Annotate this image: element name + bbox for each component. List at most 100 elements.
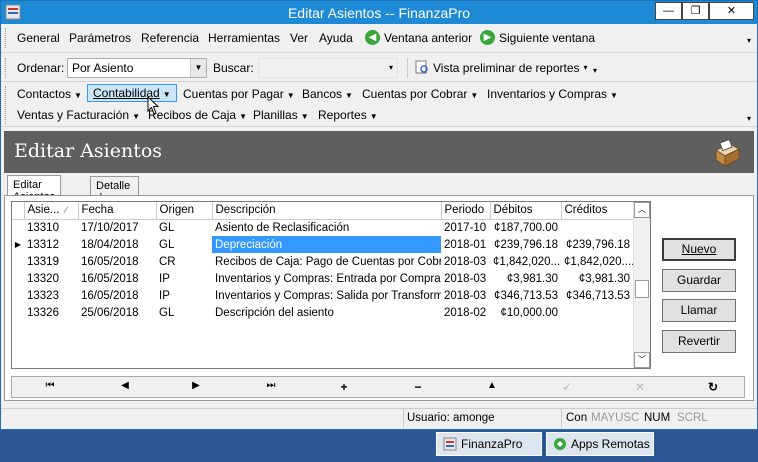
cell-descripcion[interactable]: Depreciación xyxy=(212,236,441,253)
cell-origen[interactable]: IP xyxy=(156,287,212,304)
cell-fecha[interactable]: 16/05/2018 xyxy=(78,270,156,287)
nuevo-button[interactable]: Nuevo xyxy=(662,238,736,261)
cell-periodo[interactable]: 2018-01 xyxy=(441,236,490,253)
menu-parametros[interactable]: Parámetros xyxy=(69,31,131,45)
cell-asiento[interactable]: 13326 xyxy=(24,304,78,321)
menu-general[interactable]: General xyxy=(17,31,60,45)
llamar-button[interactable]: Llamar xyxy=(662,299,736,322)
table-row[interactable]: 13323 16/05/2018 IP Inventarios y Compras: … xyxy=(12,287,633,304)
column-header-fecha[interactable]: Fecha xyxy=(78,202,157,220)
cell-periodo[interactable]: 2017-10 xyxy=(441,219,490,236)
scroll-down-icon[interactable]: ﹀ xyxy=(634,352,650,368)
module-ventas[interactable]: Ventas y Facturación ▼ xyxy=(17,108,140,122)
cell-debitos[interactable]: ¢239,796.18 xyxy=(490,236,561,253)
module-bancos[interactable]: Bancos ▼ xyxy=(302,87,353,101)
module-cuentas-por-pagar[interactable]: Cuentas por Pagar ▼ xyxy=(183,87,295,101)
post-record-icon[interactable]: ✓ xyxy=(557,380,577,394)
tab-detalle-de-asiento[interactable]: Detalle de Asiento xyxy=(90,176,139,216)
module-inventarios[interactable]: Inventarios y Compras ▼ xyxy=(487,87,618,101)
toolbar-overflow-icon[interactable]: ▾ xyxy=(747,114,751,123)
toolbar-grip[interactable] xyxy=(5,28,8,48)
table-row[interactable]: 13320 16/05/2018 IP Inventarios y Compras: … xyxy=(12,270,633,287)
cell-origen[interactable]: GL xyxy=(156,304,212,321)
cell-fecha[interactable]: 25/06/2018 xyxy=(78,304,156,321)
tab-editar-asientos[interactable]: Editar Asientos xyxy=(7,175,62,203)
menu-referencia[interactable]: Referencia xyxy=(141,31,199,45)
cell-fecha[interactable]: 17/10/2017 xyxy=(78,219,156,236)
column-header-origen[interactable]: Origen xyxy=(156,202,213,220)
cell-fecha[interactable]: 16/05/2018 xyxy=(78,253,156,270)
cell-fecha[interactable]: 16/05/2018 xyxy=(78,287,156,304)
column-header-asiento[interactable]: Asie... ⁄ xyxy=(24,202,79,220)
prev-window-button[interactable]: ◀ Ventana anterior xyxy=(365,30,472,45)
taskbar-app-finanzapro[interactable]: FinanzaPro xyxy=(436,432,542,456)
cell-creditos[interactable] xyxy=(561,219,633,236)
cell-fecha[interactable]: 18/04/2018 xyxy=(78,236,156,253)
cell-creditos[interactable] xyxy=(561,304,633,321)
entries-grid[interactable]: Asie... ⁄ Fecha Origen Descripción Period… xyxy=(11,201,651,369)
cell-creditos[interactable]: ¢346,713.53 xyxy=(561,287,633,304)
module-planillas[interactable]: Planillas ▼ xyxy=(253,108,309,122)
cell-debitos[interactable]: ¢3,981.30 xyxy=(490,270,561,287)
guardar-button[interactable]: Guardar xyxy=(662,269,736,292)
cell-debitos[interactable]: ¢1,842,020.... xyxy=(490,253,561,270)
column-header-descripcion[interactable]: Descripción xyxy=(212,202,442,220)
toolbar-overflow-icon[interactable]: ▾ xyxy=(593,66,597,75)
cell-asiento[interactable]: 13319 xyxy=(24,253,78,270)
search-input[interactable]: ▾ xyxy=(258,58,398,78)
cell-asiento[interactable]: 13323 xyxy=(24,287,78,304)
first-record-icon[interactable]: ⏮ xyxy=(40,380,60,391)
cell-descripcion[interactable]: Inventarios y Compras: Entrada por Compr… xyxy=(212,270,441,287)
table-row[interactable]: ▶ 13312 18/04/2018 GL Depreciación 2018-01 ¢23… xyxy=(12,236,633,253)
scroll-thumb[interactable] xyxy=(635,280,649,298)
report-preview-button[interactable]: Vista preliminar de reportes ▾ xyxy=(415,60,588,75)
table-row[interactable]: 13326 25/06/2018 GL Descripción del asiento… xyxy=(12,304,633,321)
table-row[interactable]: 13319 16/05/2018 CR Recibos de Caja: Pago d… xyxy=(12,253,633,270)
cell-creditos[interactable]: ¢3,981.30 xyxy=(561,270,633,287)
cell-asiento[interactable]: 13320 xyxy=(24,270,78,287)
taskbar-app-remote[interactable]: Apps Remotas xyxy=(546,432,654,456)
cell-debitos[interactable]: ¢10,000.00 xyxy=(490,304,561,321)
cell-descripcion[interactable]: Inventarios y Compras: Salida por Transf… xyxy=(212,287,441,304)
cell-origen[interactable]: IP xyxy=(156,270,212,287)
cancel-record-icon[interactable]: ✕ xyxy=(630,380,650,394)
prev-record-icon[interactable]: ◀ xyxy=(115,380,135,391)
column-header-debitos[interactable]: Débitos xyxy=(490,202,562,220)
maximize-button[interactable]: ❐ xyxy=(682,2,709,20)
revertir-button[interactable]: Revertir xyxy=(662,330,736,353)
column-header-periodo[interactable]: Periodo xyxy=(441,202,491,220)
minimize-button[interactable]: — xyxy=(655,2,682,20)
close-button[interactable]: ✕ xyxy=(709,2,754,20)
module-recibos-de-caja[interactable]: Recibos de Caja ▼ xyxy=(148,108,247,122)
cell-origen[interactable]: GL xyxy=(156,236,212,253)
cell-creditos[interactable]: ¢1,842,020.... xyxy=(561,253,633,270)
cell-debitos[interactable]: ¢187,700.00 xyxy=(490,219,561,236)
cell-periodo[interactable]: 2018-03 xyxy=(441,253,490,270)
module-contabilidad[interactable]: Contabilidad ▼ xyxy=(87,84,177,102)
cell-origen[interactable]: CR xyxy=(156,253,212,270)
menu-herramientas[interactable]: Herramientas xyxy=(208,31,280,45)
add-record-icon[interactable]: + xyxy=(334,380,354,394)
cell-periodo[interactable]: 2018-02 xyxy=(441,304,490,321)
cell-periodo[interactable]: 2018-03 xyxy=(441,287,490,304)
module-reportes[interactable]: Reportes ▼ xyxy=(318,108,378,122)
next-record-icon[interactable]: ▶ xyxy=(186,380,206,391)
column-header-creditos[interactable]: Créditos xyxy=(561,202,634,220)
delete-record-icon[interactable]: − xyxy=(408,380,428,394)
order-select[interactable]: Por Asiento ▼ xyxy=(67,58,207,78)
toolbar-grip[interactable] xyxy=(5,58,8,78)
grid-vertical-scrollbar[interactable]: ︿ ﹀ xyxy=(633,202,650,368)
cell-creditos[interactable]: ¢239,796.18 xyxy=(561,236,633,253)
cell-debitos[interactable]: ¢346,713.53 xyxy=(490,287,561,304)
toolbar-overflow-icon[interactable]: ▾ xyxy=(747,36,751,45)
last-record-icon[interactable]: ⏭ xyxy=(261,380,281,391)
cell-descripcion[interactable]: Descripción del asiento xyxy=(212,304,441,321)
cell-descripcion[interactable]: Asiento de Reclasificación xyxy=(212,219,441,236)
toolbar-grip[interactable] xyxy=(5,86,8,124)
module-cuentas-por-cobrar[interactable]: Cuentas por Cobrar ▼ xyxy=(362,87,478,101)
cell-origen[interactable]: GL xyxy=(156,219,212,236)
cell-descripcion[interactable]: Recibos de Caja: Pago de Cuentas por Cob… xyxy=(212,253,441,270)
menu-ayuda[interactable]: Ayuda xyxy=(319,31,353,45)
refresh-icon[interactable]: ↻ xyxy=(703,380,723,394)
cell-asiento[interactable]: 13312 xyxy=(24,236,78,253)
